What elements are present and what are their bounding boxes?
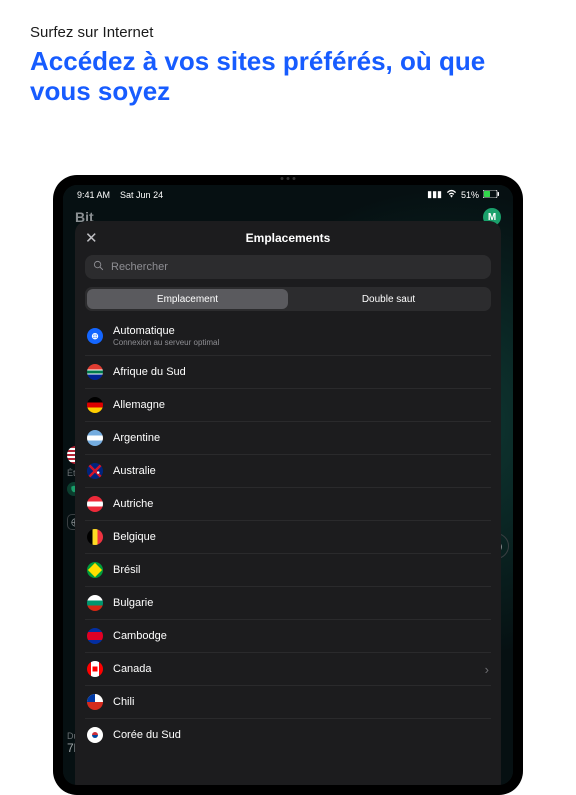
row-label: Allemagne bbox=[113, 399, 489, 411]
battery-icon bbox=[483, 190, 499, 200]
row-label: Afrique du Sud bbox=[113, 366, 489, 378]
flag-icon bbox=[87, 727, 103, 743]
tablet-frame: 9:41 AM Sat Jun 24 ▮▮▮ 51% Bit bbox=[53, 175, 523, 795]
location-row[interactable]: Corée du Sud bbox=[85, 719, 491, 751]
location-row[interactable]: Bulgarie bbox=[85, 587, 491, 620]
location-row[interactable]: Allemagne bbox=[85, 389, 491, 422]
row-label: Belgique bbox=[113, 531, 489, 543]
row-label: Brésil bbox=[113, 564, 489, 576]
flag-icon bbox=[87, 364, 103, 380]
location-row[interactable]: Canada › bbox=[85, 653, 491, 686]
flag-icon bbox=[87, 628, 103, 644]
location-row-automatic[interactable]: ⊕ Automatique Connexion au serveur optim… bbox=[85, 317, 491, 356]
marketing-subtitle: Surfez sur Internet bbox=[30, 24, 546, 41]
row-label: Canada bbox=[113, 663, 475, 675]
location-row[interactable]: Brésil bbox=[85, 554, 491, 587]
marketing-headline: Accédez à vos sites préférés, où que vou… bbox=[30, 47, 546, 107]
row-label: Chili bbox=[113, 696, 489, 708]
flag-icon bbox=[87, 562, 103, 578]
tab-double-hop[interactable]: Double saut bbox=[288, 289, 489, 309]
row-label: Australie bbox=[113, 465, 489, 477]
row-label: Corée du Sud bbox=[113, 729, 489, 741]
row-label: Bulgarie bbox=[113, 597, 489, 609]
flag-icon bbox=[87, 430, 103, 446]
location-row[interactable]: Chili bbox=[85, 686, 491, 719]
location-list: ⊕ Automatique Connexion au serveur optim… bbox=[75, 317, 501, 785]
location-row[interactable]: Australie bbox=[85, 455, 491, 488]
location-row[interactable]: Argentine bbox=[85, 422, 491, 455]
signal-icon: ▮▮▮ bbox=[427, 189, 442, 200]
tab-location[interactable]: Emplacement bbox=[87, 289, 288, 309]
row-label: Autriche bbox=[113, 498, 489, 510]
row-label: Argentine bbox=[113, 432, 489, 444]
flag-icon bbox=[87, 595, 103, 611]
modal-title: Emplacements bbox=[246, 231, 331, 245]
camera-notch bbox=[281, 177, 296, 180]
flag-icon bbox=[87, 694, 103, 710]
location-row[interactable]: Cambodge bbox=[85, 620, 491, 653]
status-time: 9:41 AM bbox=[77, 190, 110, 200]
flag-icon bbox=[87, 397, 103, 413]
flag-icon bbox=[87, 661, 103, 677]
chevron-right-icon: › bbox=[485, 662, 489, 677]
search-input[interactable] bbox=[85, 255, 491, 279]
flag-icon bbox=[87, 529, 103, 545]
search-icon bbox=[93, 260, 104, 274]
row-sublabel: Connexion au serveur optimal bbox=[113, 338, 489, 347]
wifi-icon bbox=[446, 189, 457, 200]
location-row[interactable]: Autriche bbox=[85, 488, 491, 521]
close-button[interactable]: ✕ bbox=[85, 229, 98, 247]
status-bar: 9:41 AM Sat Jun 24 ▮▮▮ 51% bbox=[63, 185, 513, 202]
location-row[interactable]: Afrique du Sud bbox=[85, 356, 491, 389]
locations-modal: ✕ Emplacements Emplacement Double saut bbox=[75, 221, 501, 785]
row-label: Automatique bbox=[113, 325, 489, 337]
battery-percent: 51% bbox=[461, 190, 479, 200]
row-label: Cambodge bbox=[113, 630, 489, 642]
segmented-control: Emplacement Double saut bbox=[85, 287, 491, 311]
status-date: Sat Jun 24 bbox=[120, 190, 163, 200]
auto-icon: ⊕ bbox=[87, 328, 103, 344]
location-row[interactable]: Belgique bbox=[85, 521, 491, 554]
flag-icon bbox=[87, 496, 103, 512]
flag-icon bbox=[87, 463, 103, 479]
